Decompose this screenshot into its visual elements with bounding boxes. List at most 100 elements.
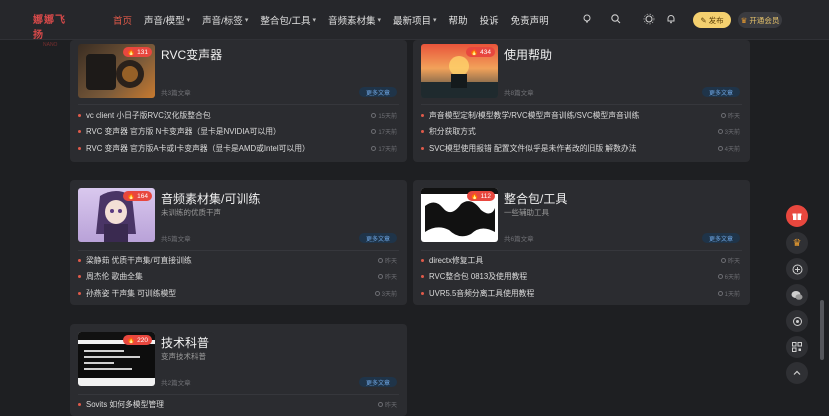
post-item[interactable]: directx修复工具 昨天 <box>421 254 740 266</box>
bullet-dot <box>78 274 81 278</box>
clock-icon <box>717 290 723 296</box>
post-time: 昨天 <box>377 272 397 281</box>
wechat-icon[interactable] <box>786 284 808 306</box>
more-label: 更多文章 <box>365 90 390 97</box>
post-item[interactable]: SVC模型使用报错 配置文件似乎是未作者改的旧版 解数办法 4天前 <box>421 142 740 154</box>
divider <box>421 104 742 105</box>
nav-label: 最新项目 <box>393 16 432 27</box>
nav-item-voice-model[interactable]: 声音/模型 ▾ <box>144 13 190 27</box>
clock-icon <box>371 112 377 118</box>
post-title: RVC 变声器 官方版A卡或I卡变声器（显卡是AMD或Intel可以用） <box>86 143 310 153</box>
main-nav: 首页 声音/模型 ▾ 声音/标签 ▾ 整合包/工具 ▾ 音频素材集 ▾ 最新项目 ▾ 帮助… <box>113 13 561 27</box>
add-circle-icon[interactable] <box>786 258 808 280</box>
more-articles-button[interactable]: 更多文章 <box>359 87 397 97</box>
nav-label: 帮助 <box>448 16 468 27</box>
badge-count: 131 <box>137 48 148 56</box>
more-articles-button[interactable]: 更多文章 <box>702 87 740 97</box>
more-articles-button[interactable]: 更多文章 <box>359 377 397 387</box>
clock-icon <box>717 273 723 279</box>
clock-icon <box>377 273 383 279</box>
category-thumbnail[interactable]: 🔥 131 <box>78 44 155 98</box>
post-title: RVC 变声器 官方版 N卡变声器（显卡是NVIDIA可以用） <box>86 126 281 136</box>
category-subtitle: 未训练的优质干声 <box>161 208 221 217</box>
category-title[interactable]: 音频素材集/可训练 <box>161 190 260 207</box>
nav-item-packages-tools[interactable]: 整合包/工具 ▾ <box>260 13 316 27</box>
post-item[interactable]: RVC 变声器 官方版A卡或I卡变声器（显卡是AMD或Intel可以用） 17天前 <box>78 142 397 154</box>
logo-text: 娜娜飞扬 <box>33 15 66 41</box>
nav-item-help[interactable]: 帮助 <box>449 13 468 27</box>
nav-item-complaint[interactable]: 投诉 <box>480 13 499 27</box>
post-item[interactable]: RVC 变声器 官方版 N卡变声器（显卡是NVIDIA可以用） 17天前 <box>78 125 397 137</box>
nav-item-audio-material[interactable]: 音频素材集 ▾ <box>328 13 381 27</box>
hot-badge: 🔥 131 <box>123 47 152 57</box>
bullet-dot <box>78 258 81 262</box>
category-title[interactable]: 整合包/工具 <box>504 190 567 207</box>
gift-icon[interactable] <box>786 205 808 227</box>
category-thumbnail[interactable]: 🔥 112 <box>421 188 498 242</box>
post-time: 昨天 <box>720 256 740 265</box>
post-title: SVC模型使用报错 配置文件似乎是未作者改的旧版 解数办法 <box>429 143 637 153</box>
lightbulb-icon[interactable] <box>581 13 593 25</box>
post-item[interactable]: 声音模型定制/模型教学/RVC模型声音训练/SVC模型声音训练 昨天 <box>421 109 740 121</box>
publish-button[interactable]: ✎ 发布 <box>693 12 731 28</box>
category-title[interactable]: 技术科普 <box>161 334 209 351</box>
nav-label: 投诉 <box>479 16 499 27</box>
nav-label: 整合包/工具 <box>260 16 311 27</box>
post-item[interactable]: 孙燕姿 干声集 可训练模型 3天前 <box>78 287 397 299</box>
post-title: directx修复工具 <box>429 255 484 265</box>
crown-icon: ♛ <box>740 15 748 25</box>
qrcode-icon[interactable] <box>786 336 808 358</box>
post-time: 17天前 <box>371 127 397 136</box>
more-articles-button[interactable]: 更多文章 <box>359 233 397 243</box>
category-subtitle: 一些辅助工具 <box>504 208 549 217</box>
more-articles-button[interactable]: 更多文章 <box>702 233 740 243</box>
search-icon[interactable] <box>610 13 622 25</box>
post-time: 昨天 <box>377 256 397 265</box>
page-scrollbar[interactable] <box>820 300 824 360</box>
category-title[interactable]: 使用帮助 <box>504 46 552 63</box>
more-label: 更多文章 <box>708 90 733 97</box>
post-item[interactable]: UVR5.5音频分离工具使用教程 1天前 <box>421 287 740 299</box>
post-item[interactable]: 积分获取方式 3天前 <box>421 125 740 137</box>
post-time: 15天前 <box>371 111 397 120</box>
post-item[interactable]: vc client 小日子版RVC汉化版整合包 15天前 <box>78 109 397 121</box>
post-title: vc client 小日子版RVC汉化版整合包 <box>86 110 211 120</box>
category-title[interactable]: RVC变声器 <box>161 46 222 63</box>
hot-badge: 🔥 164 <box>123 191 152 201</box>
post-time: 3天前 <box>374 289 397 298</box>
nav-label: 免责声明 <box>510 16 549 27</box>
nav-label: 首页 <box>113 16 133 27</box>
category-thumbnail[interactable]: 🔥 164 <box>78 188 155 242</box>
vip-button[interactable]: ♛ 开通会员 <box>738 12 782 28</box>
back-to-top-icon[interactable] <box>786 362 808 384</box>
category-thumbnail[interactable]: 🔥 220 <box>78 332 155 386</box>
theme-toggle-icon[interactable] <box>643 13 655 25</box>
bullet-dot <box>78 291 81 295</box>
clock-icon <box>377 257 383 263</box>
chevron-down-icon: ▾ <box>244 17 249 24</box>
post-item[interactable]: 梁静茹 优质干声集/可直接训练 昨天 <box>78 254 397 266</box>
time-text: 17天前 <box>378 146 397 153</box>
hot-badge: 🔥 220 <box>123 335 152 345</box>
post-title: RVC整合包 0813及使用教程 <box>429 271 528 281</box>
post-time: 昨天 <box>377 400 397 409</box>
post-item[interactable]: RVC整合包 0813及使用教程 6天前 <box>421 270 740 282</box>
post-item[interactable]: 周杰伦 歌曲全集 昨天 <box>78 270 397 282</box>
more-label: 更多文章 <box>365 236 390 243</box>
more-label: 更多文章 <box>365 380 390 387</box>
nav-label: 声音/标签 <box>202 16 243 27</box>
time-text: 3天前 <box>724 129 740 136</box>
nav-item-latest-projects[interactable]: 最新项目 ▾ <box>393 13 437 27</box>
nav-item-voice-tags[interactable]: 声音/标签 ▾ <box>202 13 248 27</box>
clock-icon <box>717 128 723 134</box>
post-title: 声音模型定制/模型教学/RVC模型声音训练/SVC模型声音训练 <box>429 110 640 120</box>
category-thumbnail[interactable]: 🔥 434 <box>421 44 498 98</box>
post-item[interactable]: Sovits 如何多模型管理 昨天 <box>78 398 397 410</box>
theme-toggle-icon[interactable] <box>786 310 808 332</box>
site-logo[interactable]: 娜娜飞扬 NANO <box>33 11 73 48</box>
bell-icon[interactable] <box>665 13 677 25</box>
nav-item-disclaimer[interactable]: 免责声明 <box>511 13 549 27</box>
time-text: 昨天 <box>384 402 397 409</box>
nav-item-home[interactable]: 首页 <box>113 13 132 27</box>
crown-icon[interactable]: ♛ <box>786 232 808 254</box>
